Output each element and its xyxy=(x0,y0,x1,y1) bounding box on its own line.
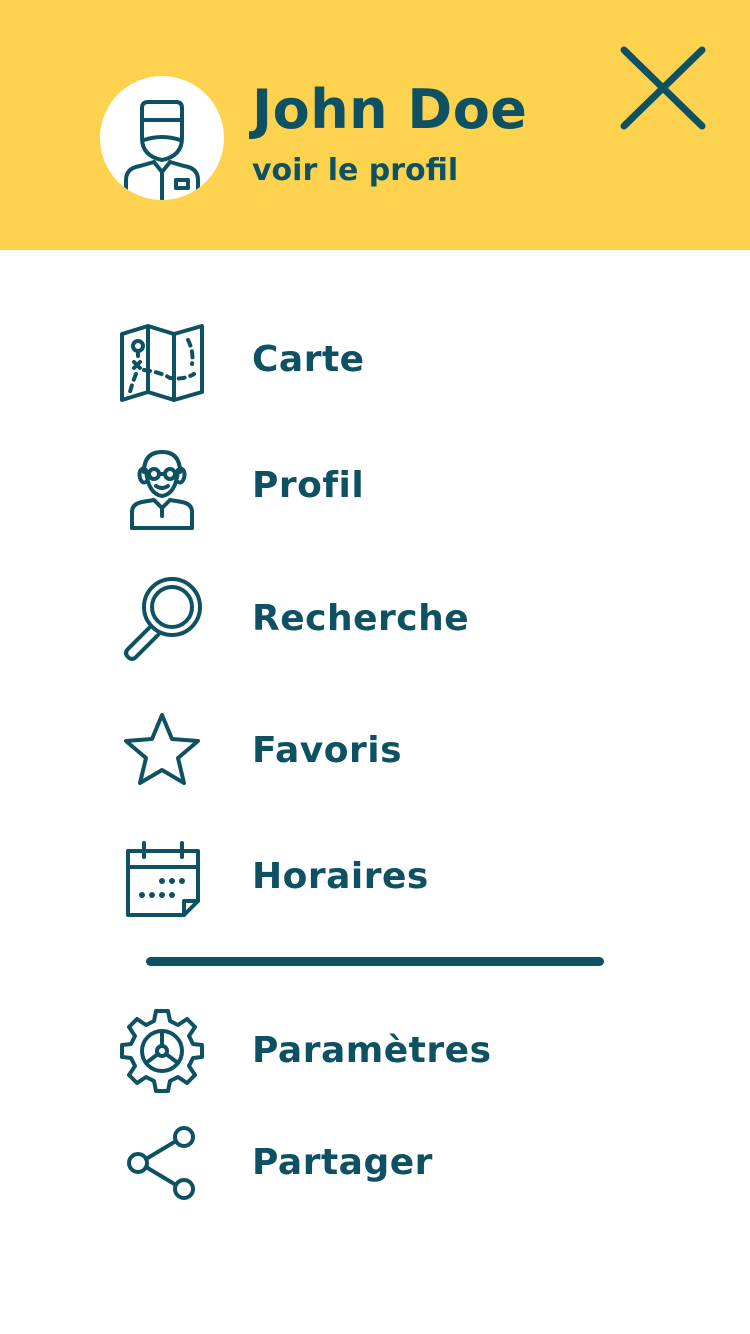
menu-item-favoris[interactable]: Favoris xyxy=(110,701,670,801)
close-button[interactable] xyxy=(616,42,708,134)
menu-item-label: Favoris xyxy=(252,730,402,771)
star-icon xyxy=(110,701,214,801)
menu-item-recherche[interactable]: Recherche xyxy=(110,569,670,669)
menu-item-label: Recherche xyxy=(252,598,470,639)
search-icon xyxy=(110,569,214,669)
menu-item-partager[interactable]: Partager xyxy=(110,1113,670,1213)
menu-item-parametres[interactable]: Paramètres xyxy=(110,1001,670,1101)
menu-divider xyxy=(146,957,604,966)
share-icon xyxy=(110,1113,214,1213)
menu-item-label: Carte xyxy=(252,339,365,380)
map-icon xyxy=(110,310,214,410)
menu-item-label: Profil xyxy=(252,465,365,506)
user-name: John Doe xyxy=(252,78,528,141)
menu-item-carte[interactable]: Carte xyxy=(110,310,670,410)
menu-item-horaires[interactable]: Horaires xyxy=(110,827,670,927)
view-profile-link[interactable]: voir le profil xyxy=(252,152,458,190)
user-icon xyxy=(110,436,214,536)
menu-item-label: Partager xyxy=(252,1142,433,1183)
close-icon xyxy=(620,46,706,130)
avatar[interactable] xyxy=(100,76,224,200)
gear-icon xyxy=(110,1001,214,1101)
menu-item-label: Paramètres xyxy=(252,1030,492,1071)
header: John Doe voir le profil xyxy=(0,0,750,250)
menu-item-profil[interactable]: Profil xyxy=(110,436,670,536)
doctor-avatar-icon xyxy=(124,100,200,200)
menu-item-label: Horaires xyxy=(252,856,429,897)
calendar-icon xyxy=(110,827,214,927)
